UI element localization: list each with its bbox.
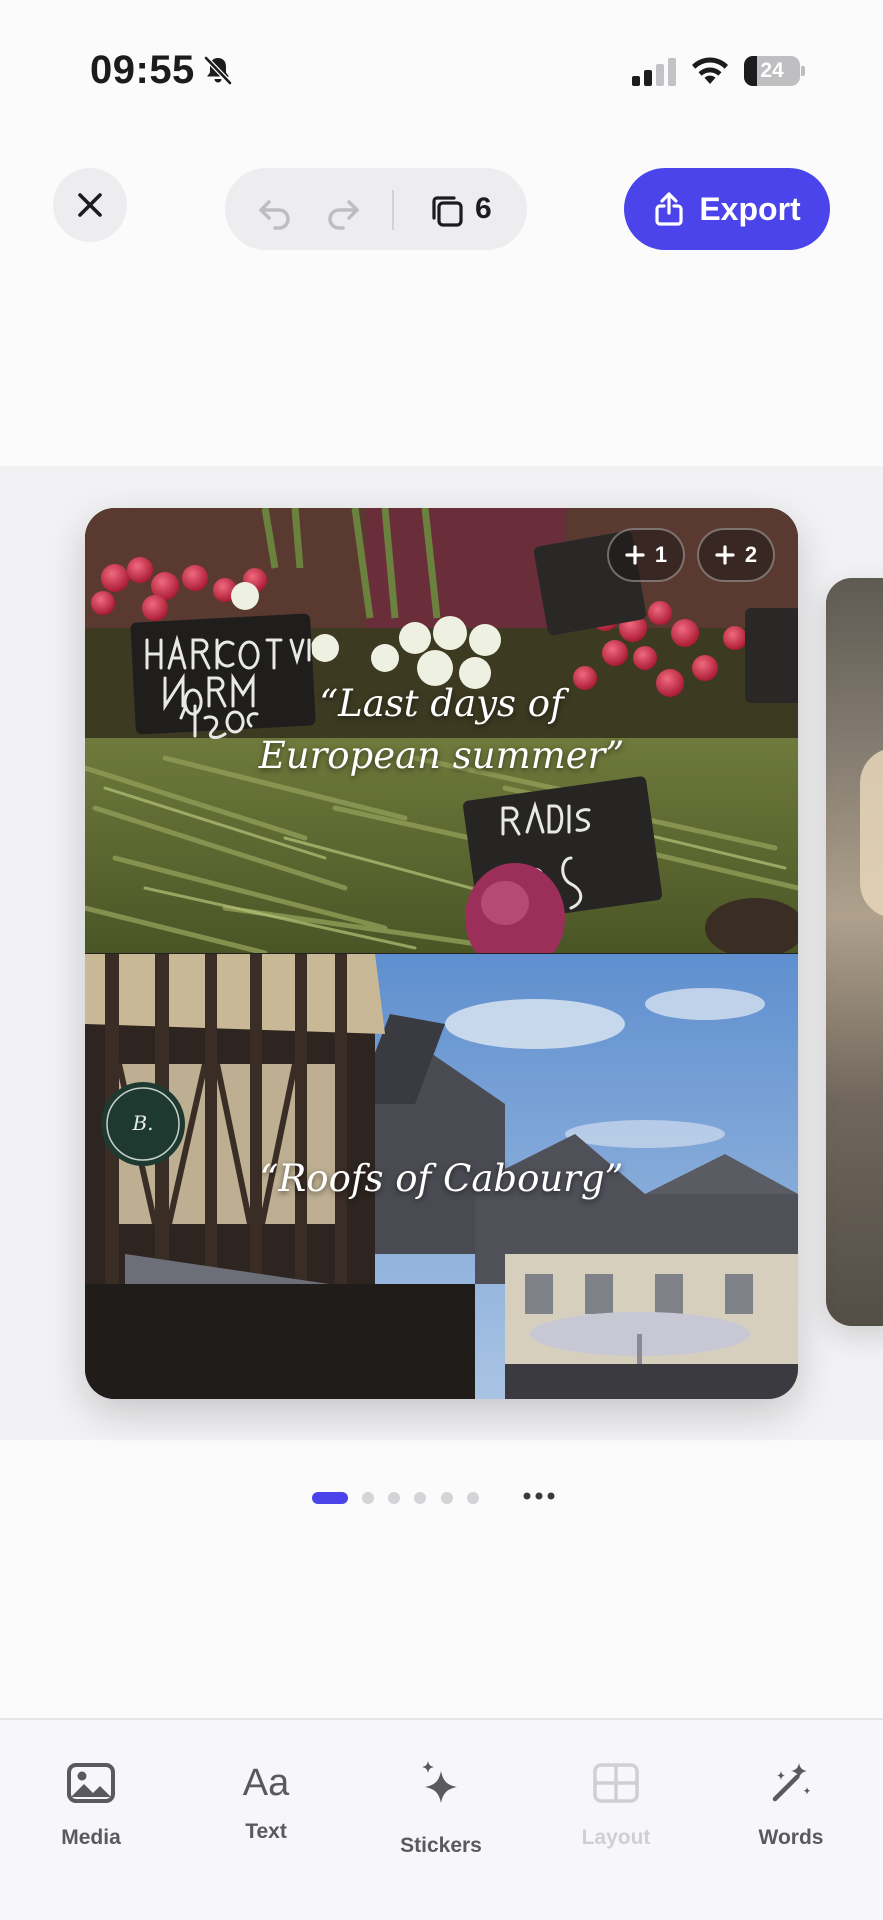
tool-media[interactable]: Media bbox=[26, 1750, 156, 1870]
battery-percent: 24 bbox=[760, 59, 784, 82]
story-slide[interactable]: “Last days of European summer” 1 2 B. “R… bbox=[85, 508, 798, 1399]
close-icon bbox=[78, 193, 102, 217]
wifi-icon bbox=[692, 57, 728, 84]
bottom-toolbar: Media Aa Text Stickers Layout Words bbox=[0, 1718, 883, 1920]
ellipsis-icon[interactable] bbox=[522, 1486, 556, 1506]
caption-top[interactable]: “Last days of European summer” bbox=[85, 678, 798, 782]
pages-count[interactable]: 6 bbox=[475, 192, 492, 226]
page-dot-2[interactable] bbox=[362, 1492, 374, 1504]
page-dot-4[interactable] bbox=[414, 1492, 426, 1504]
redo-icon[interactable] bbox=[323, 190, 363, 230]
undo-icon[interactable] bbox=[255, 190, 295, 230]
plus-icon bbox=[715, 545, 735, 565]
svg-text:B.: B. bbox=[131, 1111, 153, 1135]
page-dot-1[interactable] bbox=[312, 1492, 348, 1504]
next-slide-preview[interactable] bbox=[826, 578, 883, 1326]
editor-top-bar: 6 Export bbox=[0, 160, 883, 260]
page-dot-6[interactable] bbox=[467, 1492, 479, 1504]
layout-grid-icon bbox=[593, 1763, 639, 1803]
share-icon bbox=[655, 192, 683, 226]
page-dot-5[interactable] bbox=[441, 1492, 453, 1504]
close-button[interactable] bbox=[53, 168, 127, 242]
plus-icon bbox=[625, 545, 645, 565]
text-aa-icon: Aa bbox=[242, 1762, 290, 1804]
image-icon bbox=[67, 1763, 115, 1803]
pages-icon[interactable] bbox=[430, 194, 464, 228]
history-controls: 6 bbox=[225, 168, 527, 250]
status-time: 09:55 bbox=[90, 48, 195, 92]
sparkles-icon bbox=[422, 1761, 457, 1803]
page-indicator bbox=[0, 1482, 883, 1512]
magic-wand-icon bbox=[772, 1763, 811, 1802]
export-button[interactable]: Export bbox=[624, 168, 830, 250]
add-photo-badge-1[interactable]: 1 bbox=[607, 528, 685, 582]
tool-text[interactable]: Aa Text bbox=[201, 1750, 331, 1870]
battery-icon: 24 bbox=[744, 56, 806, 86]
cellular-signal-icon bbox=[632, 58, 676, 86]
tool-words[interactable]: Words bbox=[726, 1750, 856, 1870]
add-photo-badge-2[interactable]: 2 bbox=[697, 528, 775, 582]
pill-divider bbox=[392, 190, 394, 230]
bell-slash-icon bbox=[204, 56, 232, 85]
page-dot-3[interactable] bbox=[388, 1492, 400, 1504]
export-label: Export bbox=[699, 190, 801, 227]
caption-bottom[interactable]: “Roofs of Cabourg” bbox=[85, 1153, 798, 1205]
tool-stickers[interactable]: Stickers bbox=[376, 1750, 506, 1870]
tool-layout[interactable]: Layout bbox=[551, 1750, 681, 1870]
status-bar: 09:55 24 bbox=[0, 0, 883, 140]
